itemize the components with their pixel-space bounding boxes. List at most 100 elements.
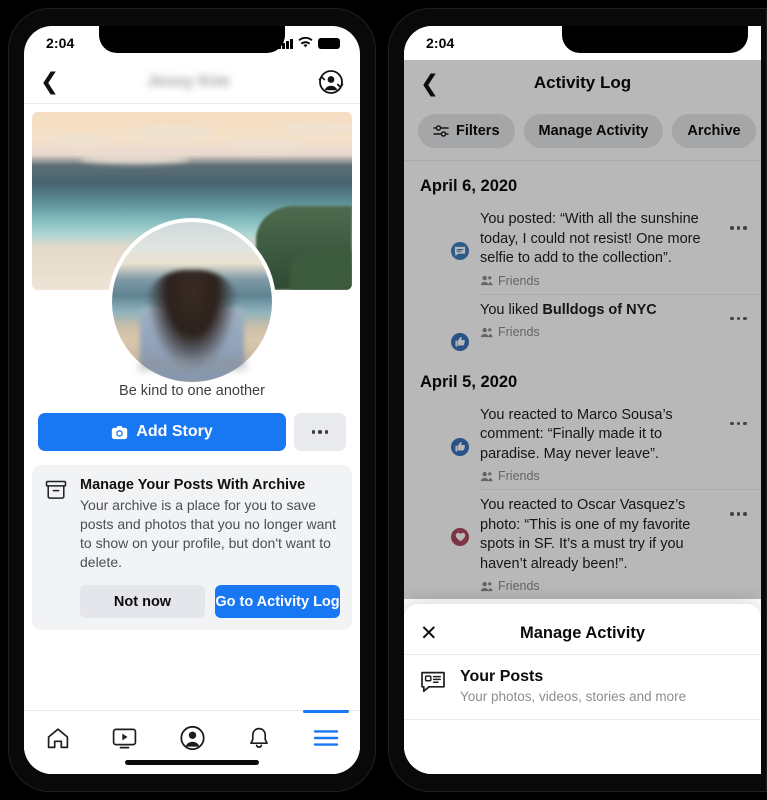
profile-more-button[interactable]	[294, 413, 346, 451]
home-indicator-left	[125, 760, 259, 765]
activity-thumbnail-wrap	[420, 408, 471, 458]
status-bar-left: 2:04	[24, 26, 360, 60]
cover-land-2	[290, 250, 352, 290]
audience: Friends	[480, 469, 714, 483]
activity-row[interactable]: You reacted to Oscar Vasquez’s photo: “T…	[404, 490, 761, 599]
tab-menu[interactable]	[293, 710, 360, 755]
activity-text-prefix: You liked	[480, 301, 543, 318]
ellipsis-icon	[730, 512, 747, 516]
camera-icon	[112, 425, 128, 439]
account-switch-icon[interactable]	[318, 69, 344, 95]
audience: Friends	[480, 274, 714, 288]
friends-icon	[480, 581, 493, 591]
tab-notifications[interactable]	[226, 721, 293, 755]
bell-icon	[250, 727, 269, 748]
phone-left: 2:04 ❮ Jessy Kim Jessy Kim Be kind to on…	[8, 8, 376, 792]
header-profile-name: Jessy Kim	[147, 72, 231, 90]
profile-name: Jessy Kim	[137, 352, 247, 375]
activity-log-list[interactable]: April 6, 2020 You posted: “With all the …	[404, 161, 761, 599]
status-time: 2:04	[426, 35, 455, 51]
date-group-header: April 5, 2020	[420, 372, 518, 391]
audience-label: Friends	[498, 469, 540, 483]
comment-badge	[449, 240, 471, 262]
filter-chip-row[interactable]: Filters Manage Activity Archive T	[404, 106, 761, 161]
not-now-button[interactable]: Not now	[80, 585, 205, 618]
activity-text: You reacted to Oscar Vasquez’s photo: “T…	[480, 497, 691, 572]
activity-text: You reacted to Marco Sousa’s comment: “F…	[480, 406, 673, 462]
sheet-row-title: Your Posts	[460, 668, 544, 685]
row-more-button[interactable]	[730, 301, 749, 321]
heart-icon	[455, 532, 465, 542]
comment-icon	[454, 246, 466, 256]
status-time: 2:04	[46, 35, 75, 51]
audience-label: Friends	[498, 579, 540, 593]
ellipsis-icon	[311, 430, 329, 434]
sheet-row-your-posts[interactable]: Your Posts Your photos, videos, stories …	[404, 655, 761, 719]
notch-right	[562, 26, 748, 53]
archive-card-buttons: Not now Go to Activity Log	[44, 585, 340, 618]
add-story-button[interactable]: Add Story	[38, 413, 286, 451]
battery-icon	[318, 37, 340, 49]
activity-row[interactable]: You reacted to Marco Sousa’s comment: “F…	[404, 400, 761, 490]
sheet-row-subtitle: Your photos, videos, stories and more	[460, 689, 687, 704]
ellipsis-icon	[730, 226, 747, 230]
audience-label: Friends	[498, 325, 540, 339]
sliders-icon	[433, 125, 449, 137]
page-title: Activity Log	[533, 73, 632, 92]
sheet-title: Manage Activity	[519, 623, 645, 642]
activity-thumbnail-wrap	[420, 498, 471, 548]
row-more-button[interactable]	[730, 496, 749, 516]
profile-scroll-area[interactable]: Jessy Kim Be kind to one another Add Sto…	[24, 104, 360, 774]
profile-action-row: Add Story	[24, 399, 360, 451]
activity-thumbnail-wrap	[420, 212, 471, 262]
chip-archive[interactable]: Archive	[672, 114, 756, 148]
activity-text-target: Bulldogs of NYC	[542, 301, 657, 318]
activity-text: You liked Bulldogs of NYC	[480, 301, 714, 321]
status-icons	[278, 37, 340, 49]
menu-icon	[314, 730, 339, 746]
audience: Friends	[480, 325, 714, 339]
tab-home[interactable]	[24, 721, 91, 755]
tab-watch[interactable]	[91, 721, 158, 755]
screenshot-stage: 2:04 ❮ Jessy Kim Jessy Kim Be kind to on…	[0, 0, 767, 800]
audience: Friends	[480, 579, 714, 593]
back-button[interactable]: ❮	[40, 70, 59, 93]
profile-icon	[179, 725, 205, 751]
go-to-activity-log-button[interactable]: Go to Activity Log	[215, 585, 340, 618]
row-more-button[interactable]	[730, 210, 749, 230]
friends-icon	[480, 275, 493, 286]
friends-icon	[480, 471, 493, 481]
chip-filters[interactable]: Filters	[418, 114, 515, 148]
chip-filters-label: Filters	[456, 123, 500, 139]
archive-card-title: Manage Your Posts With Archive	[80, 477, 306, 493]
activity-log-header: ❮ Activity Log	[404, 60, 761, 106]
archive-card-text: Manage Your Posts With Archive Your arch…	[80, 477, 340, 572]
activity-row[interactable]: You liked Bulldogs of NYC Friends	[404, 295, 761, 357]
like-badge	[449, 435, 471, 458]
archive-card-body: Your archive is a place for you to save …	[80, 497, 337, 570]
ellipsis-icon	[730, 421, 747, 426]
archive-card: Manage Your Posts With Archive Your arch…	[32, 465, 352, 630]
phone-right: 2:04 ❮ Activity Log Filters Manage Activ…	[388, 8, 767, 792]
home-icon	[47, 727, 68, 748]
archive-box-icon	[45, 480, 67, 499]
signal-icon	[278, 38, 293, 49]
posts-icon	[421, 671, 445, 693]
archive-card-head: Manage Your Posts With Archive Your arch…	[44, 477, 340, 572]
activity-log-screen: 2:04 ❮ Activity Log Filters Manage Activ…	[404, 26, 761, 774]
dimmed-backdrop[interactable]: 2:04 ❮ Activity Log Filters Manage Activ…	[404, 26, 761, 599]
activity-row-main: You reacted to Oscar Vasquez’s photo: “T…	[480, 496, 718, 593]
phone-screen-right: 2:04 ❮ Activity Log Filters Manage Activ…	[404, 26, 761, 774]
love-badge	[449, 526, 471, 548]
activity-row-main: You liked Bulldogs of NYC Friends	[480, 301, 718, 340]
chip-manage-activity[interactable]: Manage Activity	[523, 114, 664, 148]
profile-nav-header: ❮ Jessy Kim	[24, 60, 360, 104]
row-more-button[interactable]	[730, 406, 749, 426]
activity-row[interactable]: You posted: “With all the sunshine today…	[404, 204, 761, 294]
add-story-label: Add Story	[136, 423, 213, 440]
like-badge	[449, 330, 471, 353]
tab-profile[interactable]	[158, 721, 225, 755]
date-group-header: April 6, 2020	[420, 177, 518, 195]
sheet-row-text: Your Posts Your photos, videos, stories …	[460, 668, 686, 704]
activity-row-main: You reacted to Marco Sousa’s comment: “F…	[480, 406, 718, 484]
